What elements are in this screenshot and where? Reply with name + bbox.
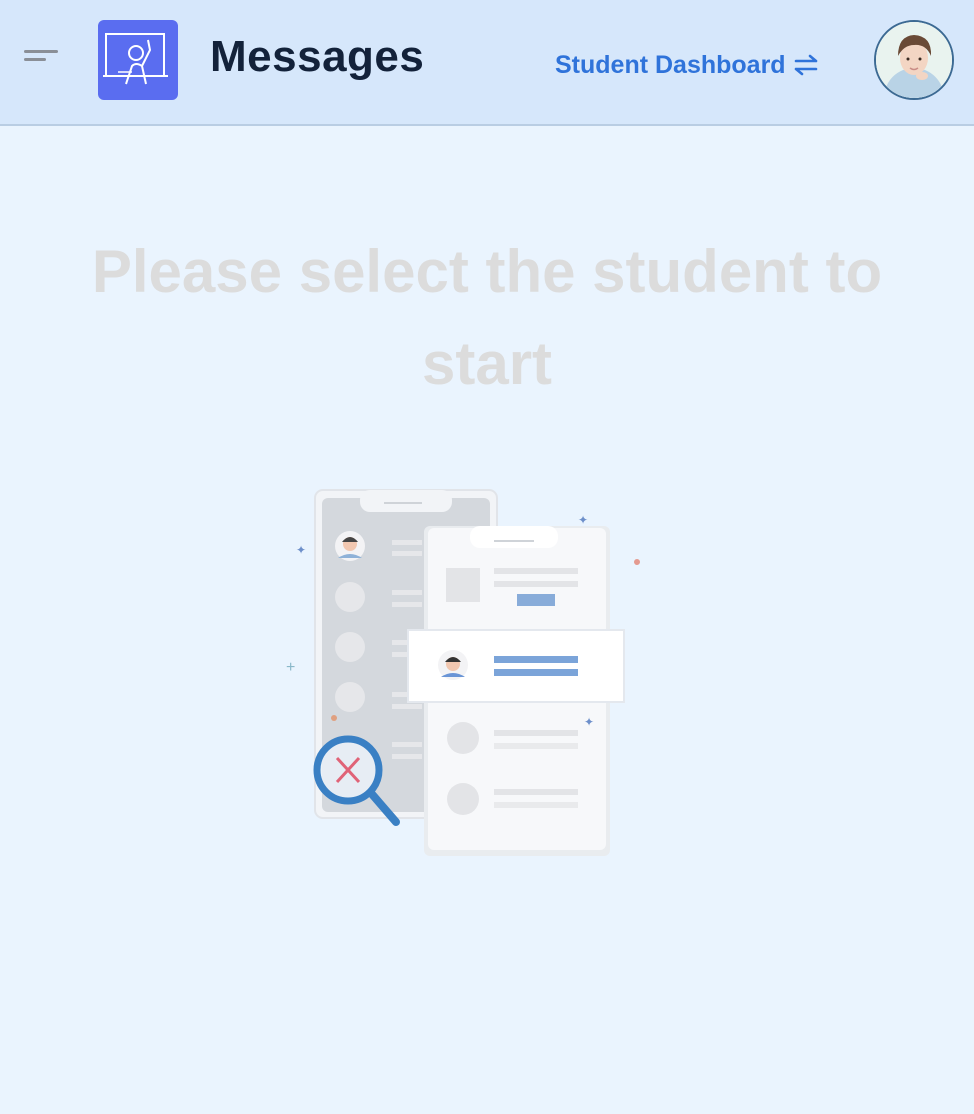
swap-arrows-icon <box>794 54 817 76</box>
svg-text:✦: ✦ <box>584 715 594 729</box>
empty-search-illustration: ✦ ✦ ✦ + <box>280 486 650 862</box>
menu-icon[interactable] <box>24 50 60 72</box>
student-dashboard-switch-link[interactable]: Student Dashboard <box>555 50 820 80</box>
page-title: Messages <box>210 32 425 81</box>
teacher-logo-icon[interactable] <box>98 20 178 100</box>
empty-state-message: Please select the student to start <box>91 238 883 397</box>
svg-text:✦: ✦ <box>578 513 588 527</box>
svg-text:✦: ✦ <box>296 543 306 557</box>
avatar[interactable] <box>874 20 954 100</box>
switch-label: Student Dashboard <box>555 50 786 79</box>
svg-text:+: + <box>286 659 295 676</box>
top-header: Messages Student Dashboard <box>0 0 974 126</box>
